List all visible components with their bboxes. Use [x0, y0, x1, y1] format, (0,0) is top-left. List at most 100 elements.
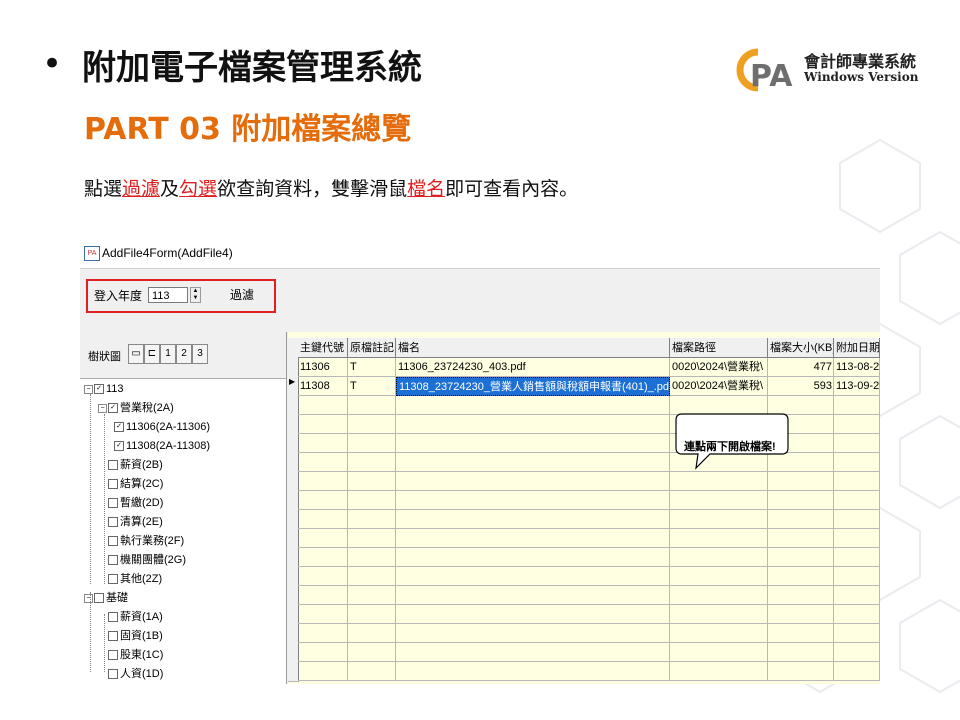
tree-node[interactable]: 其他(2Z): [108, 570, 162, 588]
tree-node[interactable]: 結算(2C): [108, 475, 163, 493]
empty-cell[interactable]: [348, 643, 396, 662]
empty-cell[interactable]: [834, 415, 880, 434]
empty-cell[interactable]: [768, 529, 834, 548]
empty-cell[interactable]: [298, 396, 348, 415]
empty-cell[interactable]: [670, 643, 768, 662]
empty-cell[interactable]: [298, 586, 348, 605]
col-header-size[interactable]: 檔案大小(KB): [768, 338, 834, 358]
cell-date[interactable]: 113-08-20: [834, 358, 880, 377]
year-input[interactable]: 113: [148, 287, 188, 303]
empty-cell[interactable]: [298, 472, 348, 491]
cell-path[interactable]: 0020\2024\營業稅\: [670, 358, 768, 377]
checkbox-icon[interactable]: [108, 555, 118, 566]
cell-key[interactable]: 11306: [298, 358, 348, 377]
empty-cell[interactable]: [298, 548, 348, 567]
empty-cell[interactable]: [348, 605, 396, 624]
checkbox-icon[interactable]: [108, 536, 118, 547]
empty-cell[interactable]: [670, 567, 768, 586]
cell-size[interactable]: 593: [768, 377, 834, 396]
cell-key[interactable]: 11308: [298, 377, 348, 396]
empty-cell[interactable]: [834, 586, 880, 605]
col-header-key[interactable]: 主鍵代號: [298, 338, 348, 358]
empty-cell[interactable]: [348, 510, 396, 529]
empty-cell[interactable]: [670, 586, 768, 605]
cell-filename-selected[interactable]: 11308_23724230_營業人銷售額與稅額申報書(401)_.pdf: [396, 377, 670, 396]
cell-filename[interactable]: 11306_23724230_403.pdf: [396, 358, 670, 377]
tree-node[interactable]: 薪資(1A): [108, 608, 163, 626]
empty-cell[interactable]: [298, 662, 348, 681]
checkbox-icon[interactable]: [108, 631, 118, 642]
empty-cell[interactable]: [396, 567, 670, 586]
empty-cell[interactable]: [396, 548, 670, 567]
folder-closed-icon[interactable]: ▭: [128, 344, 144, 364]
empty-cell[interactable]: [298, 643, 348, 662]
empty-cell[interactable]: [396, 491, 670, 510]
checkbox-icon[interactable]: ✓: [114, 422, 124, 433]
empty-cell[interactable]: [348, 472, 396, 491]
empty-cell[interactable]: [396, 586, 670, 605]
empty-cell[interactable]: [348, 624, 396, 643]
empty-cell[interactable]: [768, 510, 834, 529]
level-1-button[interactable]: 1: [160, 344, 176, 364]
empty-cell[interactable]: [396, 434, 670, 453]
empty-cell[interactable]: [396, 453, 670, 472]
year-spinner[interactable]: ▲ ▼: [190, 287, 201, 303]
empty-cell[interactable]: [834, 548, 880, 567]
col-header-flag[interactable]: 原檔註記: [348, 338, 396, 358]
checkbox-icon[interactable]: [108, 498, 118, 509]
empty-cell[interactable]: [834, 662, 880, 681]
empty-cell[interactable]: [348, 453, 396, 472]
empty-cell[interactable]: [298, 434, 348, 453]
empty-cell[interactable]: [768, 624, 834, 643]
empty-cell[interactable]: [834, 529, 880, 548]
cell-flag[interactable]: T: [348, 377, 396, 396]
empty-cell[interactable]: [670, 548, 768, 567]
empty-cell[interactable]: [834, 643, 880, 662]
empty-cell[interactable]: [348, 415, 396, 434]
empty-cell[interactable]: [396, 643, 670, 662]
empty-cell[interactable]: [348, 396, 396, 415]
tree-node[interactable]: − ✓ 營業稅(2A): [98, 399, 174, 417]
empty-cell[interactable]: [298, 605, 348, 624]
empty-cell[interactable]: [834, 396, 880, 415]
empty-cell[interactable]: [768, 548, 834, 567]
empty-cell[interactable]: [768, 472, 834, 491]
tree-node[interactable]: − 基礎: [84, 589, 128, 607]
checkbox-icon[interactable]: [108, 669, 118, 680]
checkbox-icon[interactable]: ✓: [94, 384, 104, 395]
empty-cell[interactable]: [834, 453, 880, 472]
empty-cell[interactable]: [834, 624, 880, 643]
empty-cell[interactable]: [396, 415, 670, 434]
empty-cell[interactable]: [768, 662, 834, 681]
empty-cell[interactable]: [396, 662, 670, 681]
cell-date[interactable]: 113-09-26: [834, 377, 880, 396]
empty-cell[interactable]: [834, 491, 880, 510]
empty-cell[interactable]: [834, 510, 880, 529]
col-header-path[interactable]: 檔案路徑: [670, 338, 768, 358]
empty-cell[interactable]: [298, 567, 348, 586]
empty-cell[interactable]: [396, 396, 670, 415]
tree-node[interactable]: ✓ 11306(2A-11306): [114, 418, 210, 436]
empty-cell[interactable]: [768, 491, 834, 510]
level-2-button[interactable]: 2: [176, 344, 192, 364]
empty-cell[interactable]: [834, 567, 880, 586]
empty-cell[interactable]: [298, 510, 348, 529]
empty-cell[interactable]: [396, 472, 670, 491]
checkbox-icon[interactable]: [108, 460, 118, 471]
cell-path[interactable]: 0020\2024\營業稅\: [670, 377, 768, 396]
checkbox-icon[interactable]: ✓: [108, 403, 118, 414]
empty-cell[interactable]: [396, 624, 670, 643]
empty-cell[interactable]: [670, 510, 768, 529]
empty-cell[interactable]: [348, 491, 396, 510]
empty-cell[interactable]: [348, 567, 396, 586]
tree-node[interactable]: 暫繳(2D): [108, 494, 163, 512]
empty-cell[interactable]: [298, 624, 348, 643]
col-header-filename[interactable]: 檔名: [396, 338, 670, 358]
tree-node[interactable]: 股東(1C): [108, 646, 163, 664]
empty-cell[interactable]: [348, 434, 396, 453]
filter-button[interactable]: 過濾: [216, 284, 268, 306]
checkbox-icon[interactable]: [108, 574, 118, 585]
empty-cell[interactable]: [670, 605, 768, 624]
checkbox-icon[interactable]: [108, 612, 118, 623]
empty-cell[interactable]: [670, 624, 768, 643]
